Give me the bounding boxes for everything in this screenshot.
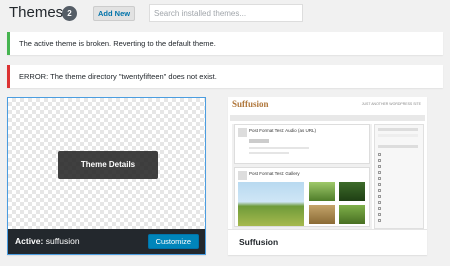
sidebar-line xyxy=(378,145,418,148)
screenshot-content: Post Format Test: Audio (as URL) Post Fo… xyxy=(232,124,372,229)
screenshot-nav xyxy=(230,115,425,121)
gallery-image xyxy=(238,182,304,226)
gallery-thumb xyxy=(309,182,335,201)
sidebar-checkbox xyxy=(378,213,381,216)
active-theme-bar: Active: suffusion Customize xyxy=(8,229,205,254)
sidebar-checkbox xyxy=(378,195,381,198)
screenshot-sidebar xyxy=(374,124,424,229)
theme-broken-notice: The active theme is broken. Reverting to… xyxy=(7,32,443,55)
post-date-block xyxy=(238,171,247,180)
theme-screenshot[interactable]: Suffusion JUST ANOTHER WORDPRESS SITE Po… xyxy=(228,97,427,230)
post-title: Post Format Test: Gallery xyxy=(249,171,300,176)
theme-card-suffusion[interactable]: Suffusion JUST ANOTHER WORDPRESS SITE Po… xyxy=(228,97,427,255)
sidebar-checkbox xyxy=(378,189,381,192)
active-theme-name: suffusion xyxy=(45,236,80,246)
text-line xyxy=(249,152,289,154)
theme-count-badge: 2 xyxy=(62,6,77,21)
gallery-thumb xyxy=(309,205,335,224)
sidebar-line xyxy=(378,128,418,131)
screenshot-post-audio: Post Format Test: Audio (as URL) xyxy=(234,124,370,164)
sidebar-checkbox xyxy=(378,219,381,222)
post-date-block xyxy=(238,128,247,137)
notice-text: The active theme is broken. Reverting to… xyxy=(19,39,216,48)
sidebar-checkbox xyxy=(378,171,381,174)
page-title: Themes xyxy=(9,4,64,21)
audio-player xyxy=(249,139,269,143)
sidebar-checkbox xyxy=(378,165,381,168)
sidebar-checkbox xyxy=(378,159,381,162)
sidebar-checkbox xyxy=(378,201,381,204)
active-theme-card[interactable]: Theme Details Active: suffusion Customiz… xyxy=(7,97,206,255)
gallery-thumb xyxy=(339,182,365,201)
screenshot-tagline: JUST ANOTHER WORDPRESS SITE xyxy=(361,102,421,106)
theme-details-button[interactable]: Theme Details xyxy=(58,151,158,179)
text-line xyxy=(249,147,309,149)
page-header: Themes 2 Add New xyxy=(9,4,449,22)
sidebar-checkbox xyxy=(378,183,381,186)
screenshot-post-gallery: Post Format Test: Gallery xyxy=(234,167,370,227)
add-new-button[interactable]: Add New xyxy=(93,6,136,21)
gallery-thumb xyxy=(339,205,365,224)
screenshot-logo: Suffusion xyxy=(232,99,269,109)
customize-button[interactable]: Customize xyxy=(147,234,199,249)
sidebar-checkbox xyxy=(378,177,381,180)
theme-name: Suffusion xyxy=(228,230,427,255)
sidebar-checkbox xyxy=(378,153,381,156)
error-notice: ERROR: The theme directory "twentyfiftee… xyxy=(7,65,443,88)
sidebar-checkbox xyxy=(378,207,381,210)
error-text: ERROR: The theme directory "twentyfiftee… xyxy=(19,72,217,81)
search-themes-input[interactable] xyxy=(149,4,303,22)
post-title: Post Format Test: Audio (as URL) xyxy=(249,128,316,133)
active-label: Active: xyxy=(15,236,44,246)
sidebar-line xyxy=(378,134,418,137)
